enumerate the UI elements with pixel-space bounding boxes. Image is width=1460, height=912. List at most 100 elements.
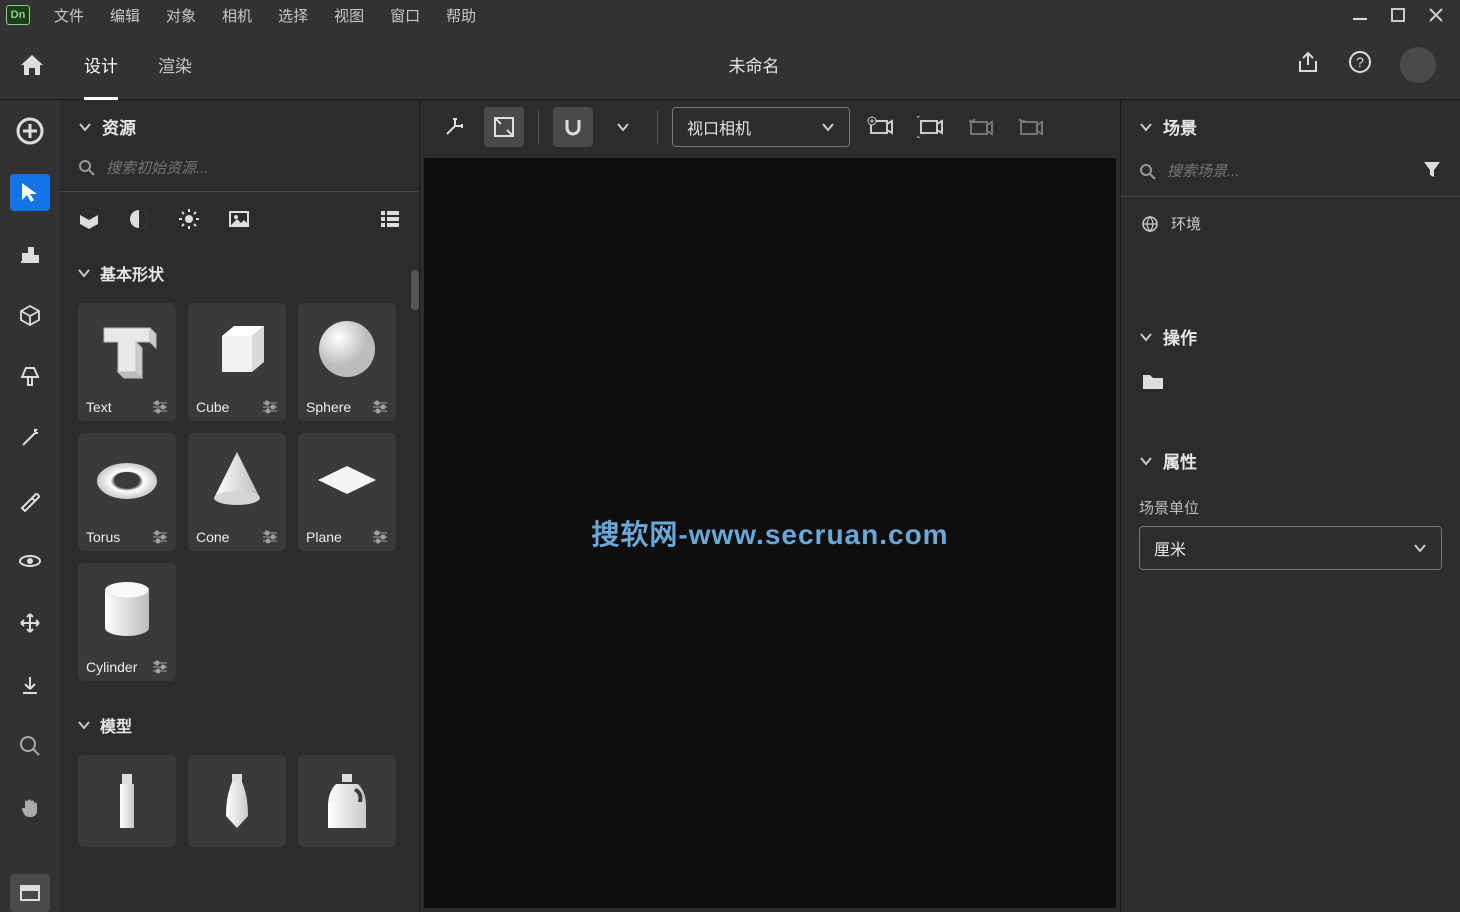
basic-shapes-header[interactable]: 基本形状 (60, 251, 419, 295)
chevron-down-icon (1139, 120, 1153, 134)
filter-images[interactable] (228, 208, 250, 235)
chevron-down-icon (1413, 541, 1427, 555)
shapes-grid: Text Cube Sphere Torus Cone Plane (60, 295, 419, 689)
assets-title: 资源 (102, 114, 136, 139)
basic-shapes-title: 基本形状 (100, 261, 164, 285)
menu-camera[interactable]: 相机 (210, 1, 264, 30)
hand-icon (18, 796, 42, 820)
actions-header[interactable]: 操作 (1121, 310, 1460, 363)
tool-drop[interactable] (10, 666, 50, 704)
scene-item-environment[interactable]: 环境 (1141, 205, 1440, 242)
shape-cube[interactable]: Cube (188, 303, 286, 421)
menu-edit[interactable]: 编辑 (98, 1, 152, 30)
tool-select[interactable] (10, 174, 50, 212)
vp-match-image[interactable] (434, 107, 474, 147)
scene-header[interactable]: 场景 (1121, 100, 1460, 153)
plus-circle-icon (16, 117, 44, 145)
tool-eyedrop[interactable] (10, 481, 50, 519)
cone3d-icon (202, 444, 272, 514)
tool-orbit[interactable] (10, 543, 50, 581)
panel-icon (18, 881, 42, 905)
assets-search-input[interactable] (106, 160, 401, 177)
user-avatar[interactable] (1400, 47, 1436, 83)
shape-label: Plane (306, 529, 342, 545)
shape-sphere[interactable]: Sphere (298, 303, 396, 421)
vp-cam-add[interactable] (860, 107, 900, 147)
vp-snap[interactable] (553, 107, 593, 147)
home-button[interactable] (0, 52, 64, 78)
cylinder3d-icon (92, 574, 162, 644)
tool-box[interactable] (10, 297, 50, 335)
action-folder[interactable] (1141, 378, 1165, 395)
scene-search-input[interactable] (1167, 163, 1412, 180)
assets-panel: 资源 基本形状 Text Cube (60, 100, 420, 912)
tool-add[interactable] (10, 112, 50, 150)
properties-header[interactable]: 属性 (1121, 434, 1460, 487)
filter-materials[interactable] (128, 208, 150, 235)
menu-view[interactable]: 视图 (322, 1, 376, 30)
menu-window[interactable]: 窗口 (378, 1, 432, 30)
sliders-icon (152, 530, 168, 544)
scrollbar-thumb[interactable] (411, 270, 419, 310)
vp-cam-redo[interactable] (1010, 107, 1050, 147)
tool-panel-toggle[interactable] (10, 874, 50, 912)
actions-title: 操作 (1163, 324, 1197, 349)
chevron-down-icon (821, 120, 835, 134)
tool-move[interactable] (10, 604, 50, 642)
cursor-icon (19, 181, 41, 203)
help-button[interactable]: ? (1348, 50, 1372, 79)
camera-redo-icon (1017, 116, 1043, 138)
mode-tabbar: 设计 渲染 未命名 ? (0, 30, 1460, 100)
menu-help[interactable]: 帮助 (434, 1, 488, 30)
filter-list-view[interactable] (379, 208, 401, 235)
shape-label: Cone (196, 529, 229, 545)
vp-cam-frame[interactable] (910, 107, 950, 147)
menu-object[interactable]: 对象 (154, 1, 208, 30)
menu-select[interactable]: 选择 (266, 1, 320, 30)
image-icon (228, 208, 250, 230)
models-header[interactable]: 模型 (60, 703, 419, 747)
branch-icon (442, 115, 466, 139)
window-close[interactable] (1418, 1, 1454, 29)
model-bottle-1[interactable] (78, 755, 176, 847)
tool-search[interactable] (10, 727, 50, 765)
shape-torus[interactable]: Torus (78, 433, 176, 551)
assets-header[interactable]: 资源 (60, 100, 419, 153)
shape-plane[interactable]: Plane (298, 433, 396, 551)
assets-filters (60, 198, 419, 251)
tool-light[interactable] (10, 358, 50, 396)
cube-solid-icon (78, 208, 100, 230)
vp-snap-options[interactable] (603, 107, 643, 147)
tab-design[interactable]: 设计 (64, 30, 138, 100)
vp-cam-undo[interactable] (960, 107, 1000, 147)
shape-cylinder[interactable]: Cylinder (78, 563, 176, 681)
content: 资源 基本形状 Text Cube (0, 100, 1460, 912)
scene-units-select[interactable]: 厘米 (1139, 526, 1442, 570)
tool-hand[interactable] (10, 789, 50, 827)
chevron-down-icon (1139, 454, 1153, 468)
bottle-icon (92, 766, 162, 836)
shape-cone[interactable]: Cone (188, 433, 286, 551)
filter-shapes[interactable] (78, 208, 100, 235)
model-tube[interactable] (188, 755, 286, 847)
camera-dropdown[interactable]: 视口相机 (672, 107, 850, 147)
menubar: Dn 文件 编辑 对象 相机 选择 视图 窗口 帮助 (0, 0, 1460, 30)
menu-file[interactable]: 文件 (42, 1, 96, 30)
model-jug[interactable] (298, 755, 396, 847)
watermark-text: 搜软网-www.secruan.com (591, 513, 948, 553)
drop-icon (18, 673, 42, 697)
vp-frame[interactable] (484, 107, 524, 147)
shape-text[interactable]: Text (78, 303, 176, 421)
scene-filter-button[interactable] (1422, 159, 1442, 184)
share-button[interactable] (1296, 50, 1320, 79)
sun-icon (178, 208, 200, 230)
tool-wand[interactable] (10, 420, 50, 458)
window-minimize[interactable] (1342, 1, 1378, 29)
window-maximize[interactable] (1380, 1, 1416, 29)
filter-lights[interactable] (178, 208, 200, 235)
sliders-icon (152, 660, 168, 674)
scene-items: 环境 (1121, 197, 1460, 250)
tab-render[interactable]: 渲染 (138, 30, 212, 100)
tool-chart[interactable] (10, 235, 50, 273)
viewport-canvas[interactable]: 搜软网-www.secruan.com (424, 158, 1116, 908)
